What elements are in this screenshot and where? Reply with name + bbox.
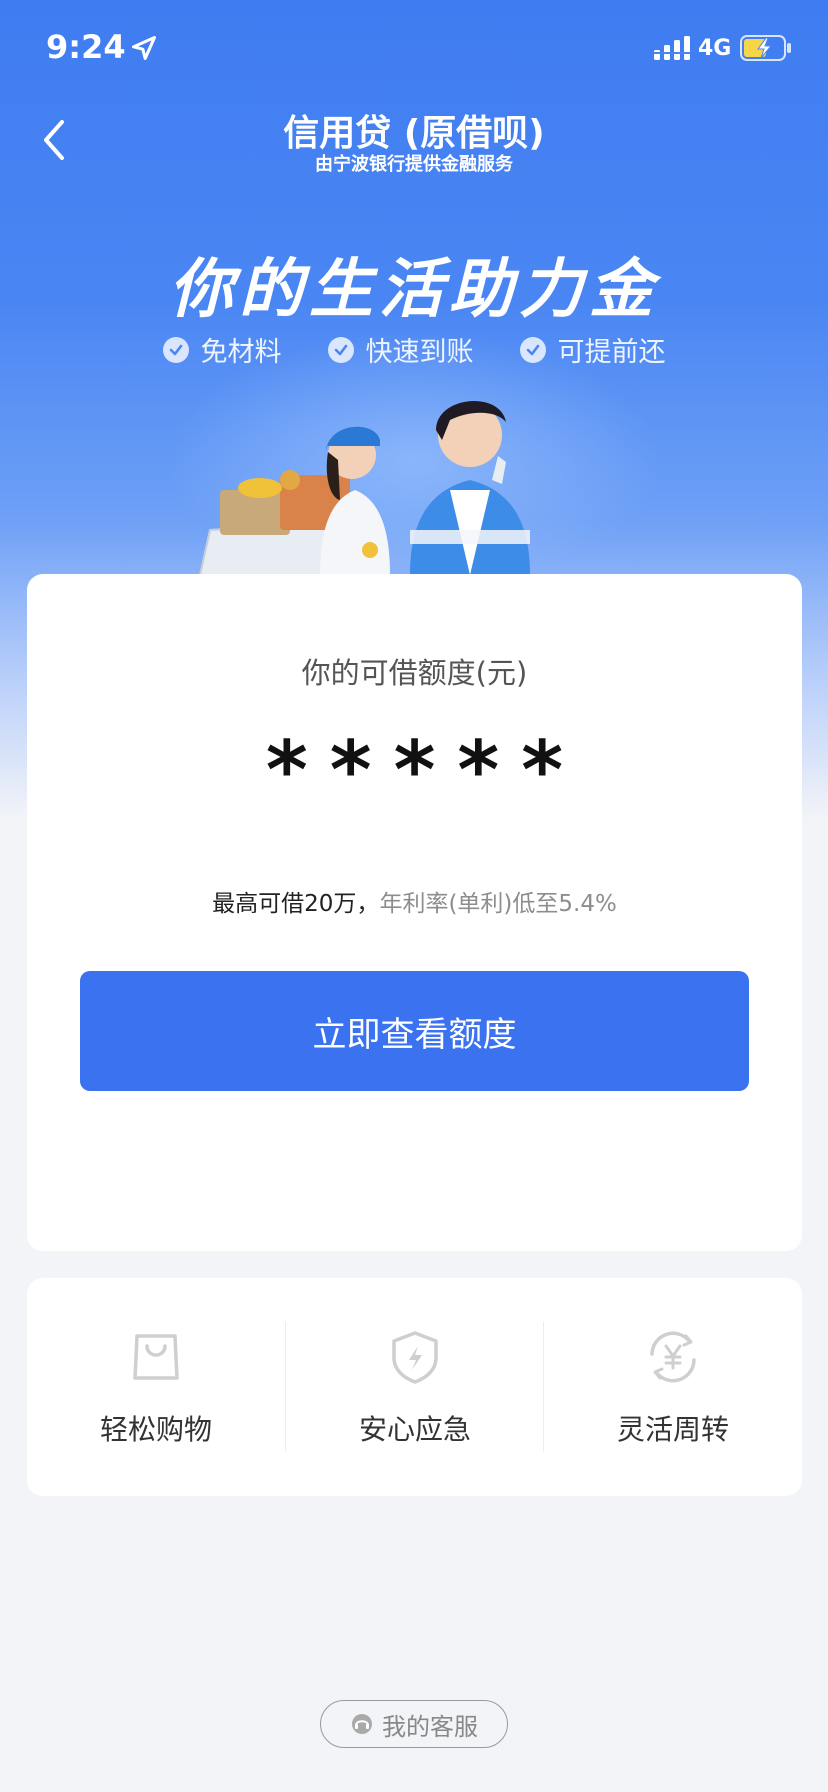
hero-title: 你的生活助力金: [169, 253, 659, 327]
status-bar: 9:24 4G: [0, 0, 828, 100]
location-arrow-icon: [131, 35, 157, 61]
usage-item-emergency[interactable]: 安心应急: [286, 1278, 544, 1496]
usage-label: 灵活周转: [616, 1413, 729, 1446]
feature-item: 可提前还: [519, 330, 666, 369]
page-title: 信用贷 (原借呗): [283, 113, 545, 154]
network-label: 4G: [698, 36, 732, 61]
page-subtitle: 由宁波银行提供金融服务: [315, 154, 513, 175]
view-limit-button[interactable]: 立即查看额度: [80, 971, 749, 1091]
feature-label: 可提前还: [557, 337, 666, 368]
headset-icon: [352, 1714, 372, 1734]
battery-icon: [740, 35, 791, 61]
usage-label: 轻松购物: [99, 1413, 212, 1446]
credit-limit-card: 你的可借额度(元) ***** 最高可借20万，年利率(单利)低至5.4% 立即…: [27, 574, 802, 1251]
usage-item-shopping[interactable]: 轻松购物: [27, 1278, 285, 1496]
usage-label: 安心应急: [358, 1413, 471, 1446]
feature-label: 快速到账: [365, 337, 474, 368]
usage-item-turnover[interactable]: 灵活周转: [544, 1278, 802, 1496]
credit-limit-description: 最高可借20万，年利率(单利)低至5.4%: [27, 884, 802, 918]
signal-icon: [654, 36, 690, 60]
yuan-cycle-icon: [650, 1331, 696, 1383]
feature-item: 免材料: [162, 330, 282, 369]
shield-icon: [392, 1331, 438, 1384]
check-icon: [327, 336, 354, 363]
feature-label: 免材料: [200, 337, 282, 368]
usage-scenarios-card: 轻松购物 安心应急 灵活周转: [27, 1278, 802, 1496]
check-icon: [162, 336, 189, 363]
customer-service-label: 我的客服: [382, 1712, 478, 1741]
status-time: 9:24: [46, 28, 126, 66]
hero-illustration: [198, 400, 530, 575]
customer-service-button[interactable]: 我的客服: [320, 1700, 508, 1748]
check-icon: [519, 336, 546, 363]
max-borrow-text: 最高可借20万，: [212, 891, 380, 917]
shopping-bag-icon: [133, 1334, 179, 1380]
credit-limit-label: 你的可借额度(元): [301, 656, 528, 690]
credit-limit-amount: *****: [265, 724, 586, 817]
feature-item: 快速到账: [327, 330, 474, 369]
interest-rate-text: 年利率(单利)低至5.4%: [379, 891, 617, 917]
feature-list: 免材料 快速到账 可提前还: [0, 330, 828, 369]
